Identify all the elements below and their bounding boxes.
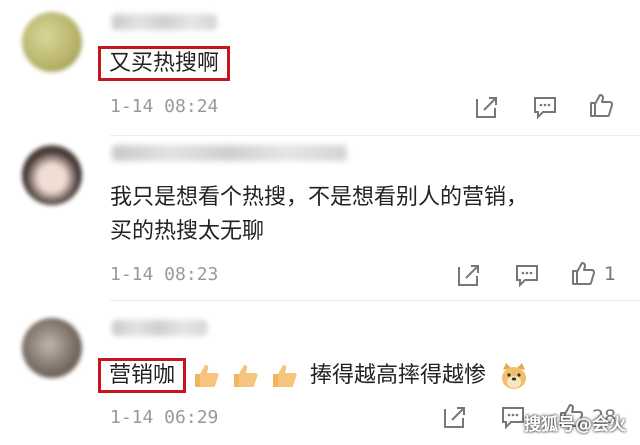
thumbs-up-emoji	[232, 363, 260, 389]
comment-1: 又买热搜啊 1-14 08:24	[0, 0, 640, 135]
watermark: 搜狐号@会火	[524, 415, 626, 435]
avatar[interactable]	[22, 12, 82, 72]
share-icon[interactable]	[442, 404, 468, 430]
share-icon[interactable]	[474, 94, 500, 120]
avatar[interactable]	[22, 145, 82, 205]
like-count: 1	[604, 263, 617, 285]
comment-text-line2: 买的热搜太无聊	[110, 219, 265, 244]
comment-time: 1-14 08:24	[110, 96, 219, 117]
share-icon[interactable]	[456, 262, 482, 288]
highlight-box: 又买热搜啊	[98, 46, 231, 81]
thumbs-up-emoji	[193, 363, 221, 389]
username-blurred[interactable]	[112, 145, 347, 161]
thumbs-up-icon[interactable]	[570, 260, 596, 286]
comment-2: 我只是想看个热搜，不是想看别人的营销， 买的热搜太无聊 1-14 08:23 1	[0, 135, 640, 300]
comment-icon[interactable]	[500, 404, 526, 430]
avatar[interactable]	[22, 318, 82, 378]
comment-text: 又买热搜啊	[98, 46, 231, 82]
thumbs-up-emoji	[271, 363, 299, 389]
username-blurred[interactable]	[112, 320, 207, 336]
username-blurred[interactable]	[112, 14, 217, 30]
comment-text-line1: 我只是想看个热搜，不是想看别人的营销，	[110, 185, 529, 210]
divider	[110, 300, 640, 301]
comment-text-after: 捧得越高摔得越惨	[310, 363, 487, 388]
comment-time: 1-14 06:29	[110, 407, 219, 428]
comment-icon[interactable]	[514, 262, 540, 288]
highlight-box: 营销咖	[98, 358, 187, 393]
thumbs-up-icon[interactable]	[588, 92, 614, 118]
comment-time: 1-14 08:23	[110, 264, 219, 285]
doge-emoji	[499, 361, 529, 391]
comment-text: 营销咖 捧得越高摔得越惨	[98, 358, 529, 394]
comment-icon[interactable]	[532, 94, 558, 120]
divider	[110, 135, 640, 136]
